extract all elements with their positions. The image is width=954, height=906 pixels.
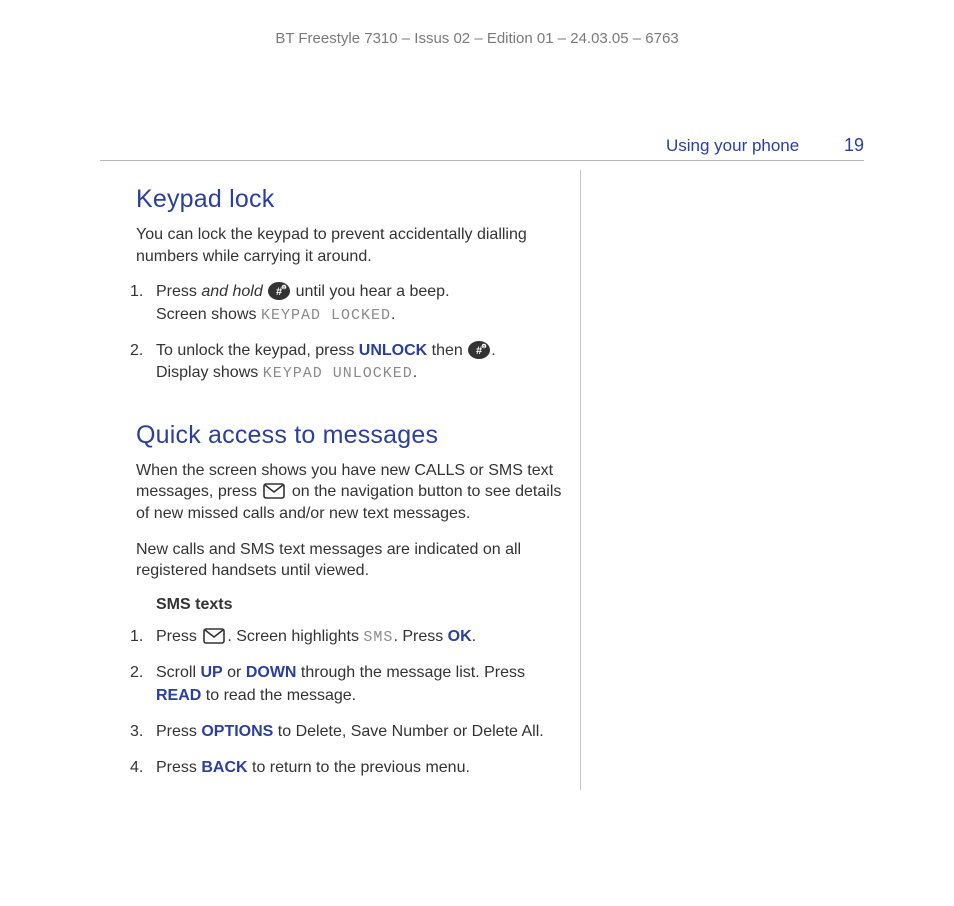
text: Screen shows	[156, 306, 261, 323]
softkey-label: READ	[156, 687, 201, 704]
heading-quick-access: Quick access to messages	[136, 421, 566, 450]
text: Display shows	[156, 364, 263, 381]
envelope-icon	[263, 483, 285, 499]
keypad-lock-steps: Press and hold until you hear a beep. Sc…	[116, 281, 566, 385]
step-item: To unlock the keypad, press UNLOCK then …	[136, 340, 566, 385]
softkey-label: OK	[448, 628, 472, 645]
step-item: Press and hold until you hear a beep. Sc…	[136, 281, 566, 326]
page-number: 19	[844, 135, 864, 155]
hash-key-icon	[268, 282, 290, 300]
text: Press	[156, 283, 201, 300]
text: to return to the previous menu.	[248, 759, 470, 776]
text: .	[391, 306, 395, 323]
text: .	[491, 342, 495, 359]
text: until you hear a beep.	[291, 283, 449, 300]
step-item: Press BACK to return to the previous men…	[136, 757, 566, 779]
step-item: Press . Screen highlights SMS. Press OK.	[136, 626, 566, 648]
text: .	[472, 628, 476, 645]
quick-access-intro: When the screen shows you have new CALLS…	[136, 460, 566, 525]
keypad-lock-intro: You can lock the keypad to prevent accid…	[136, 224, 566, 267]
quick-access-note: New calls and SMS text messages are indi…	[136, 539, 566, 582]
screen-text: KEYPAD LOCKED	[261, 307, 391, 324]
document-meta-line: BT Freestyle 7310 – Issus 02 – Edition 0…	[0, 30, 954, 47]
section-name: Using your phone	[666, 136, 799, 155]
softkey-label: UNLOCK	[359, 342, 427, 359]
softkey-label: UP	[200, 664, 222, 681]
text: Press	[156, 723, 201, 740]
text: Scroll	[156, 664, 200, 681]
softkey-label: OPTIONS	[201, 723, 273, 740]
softkey-label: BACK	[201, 759, 247, 776]
screen-text: SMS	[363, 629, 393, 646]
text: to read the message.	[201, 687, 356, 704]
text	[263, 283, 267, 300]
running-head: Using your phone 19	[666, 135, 864, 156]
text: . Press	[393, 628, 447, 645]
text: Press	[156, 628, 201, 645]
subheading-sms-texts: SMS texts	[136, 596, 566, 614]
main-column: Keypad lock You can lock the keypad to p…	[116, 185, 566, 808]
text: To unlock the keypad, press	[156, 342, 359, 359]
header-rule	[100, 160, 864, 161]
text: .	[413, 364, 417, 381]
softkey-label: DOWN	[246, 664, 297, 681]
envelope-icon	[203, 628, 225, 644]
text: or	[223, 664, 246, 681]
step-item: Scroll UP or DOWN through the message li…	[136, 662, 566, 707]
text: then	[427, 342, 467, 359]
heading-keypad-lock: Keypad lock	[136, 185, 566, 214]
text: Press	[156, 759, 201, 776]
text: . Screen highlights	[227, 628, 363, 645]
text-italic: and hold	[201, 283, 262, 300]
sms-texts-steps: Press . Screen highlights SMS. Press OK.…	[116, 626, 566, 780]
text: through the message list. Press	[296, 664, 525, 681]
hash-key-icon	[468, 341, 490, 359]
column-divider	[580, 170, 581, 790]
screen-text: KEYPAD UNLOCKED	[263, 365, 413, 382]
text: to Delete, Save Number or Delete All.	[273, 723, 543, 740]
step-item: Press OPTIONS to Delete, Save Number or …	[136, 721, 566, 743]
